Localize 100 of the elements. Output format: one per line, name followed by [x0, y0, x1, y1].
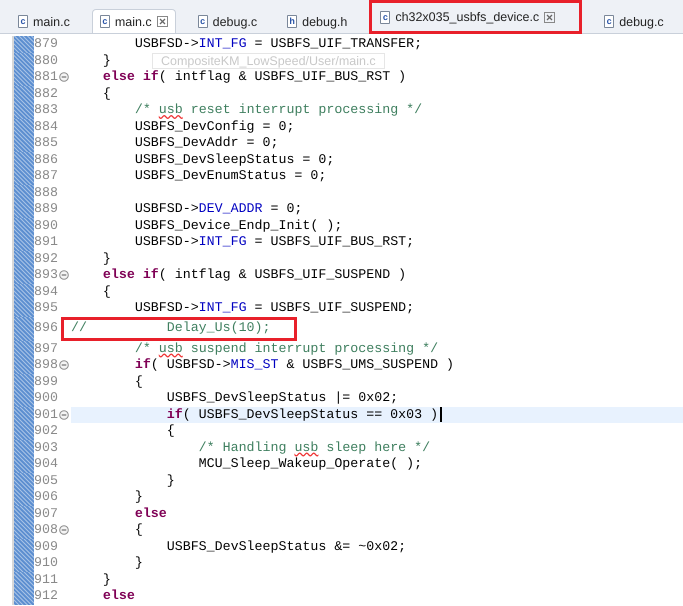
file-icon: c	[380, 10, 390, 24]
file-icon: c	[198, 15, 208, 28]
line-number: 879	[34, 36, 59, 52]
file-icon: c	[604, 15, 614, 28]
code-line: if( USBFS_DevSleepStatus == 0x03 )	[166, 406, 438, 423]
file-icon: c	[100, 15, 110, 28]
code-line: else if( intflag & USBFS_UIF_SUSPEND )	[102, 267, 406, 284]
line-number: 892	[34, 250, 59, 267]
code-line: else if( intflag & USBFS_UIF_BUS_RST )	[102, 69, 406, 86]
line-number: 900	[34, 390, 59, 406]
code-line: }	[134, 555, 143, 572]
code-line: USBFS_DevSleepStatus &= ~0x02;	[166, 538, 406, 555]
code-line: USBFS_DevEnumStatus = 0;	[134, 168, 326, 184]
collapse-icon[interactable]	[59, 360, 69, 370]
line-number: 888	[34, 184, 59, 201]
line-number: 893	[34, 267, 59, 284]
change-ruler	[12, 406, 34, 423]
collapse-icon[interactable]	[59, 72, 69, 82]
editor-tab[interactable]: c ch32x035_usbfs_device.c	[372, 4, 564, 28]
change-ruler	[12, 522, 34, 538]
text-cursor	[440, 407, 442, 422]
line-number: 895	[34, 300, 59, 316]
code-line: {	[134, 522, 143, 538]
line-number: 904	[34, 456, 59, 472]
change-ruler	[12, 250, 34, 267]
code-line: }	[134, 489, 143, 506]
change-ruler	[12, 118, 34, 135]
editor-tab[interactable]: c debug.c	[190, 9, 266, 33]
line-number: 905	[34, 472, 59, 489]
code-line: USBFS_DevSleepStatus |= 0x02;	[166, 390, 398, 406]
line-number: 885	[34, 135, 59, 152]
change-ruler	[12, 374, 34, 390]
code-line: else	[102, 588, 135, 604]
line-number: 901	[34, 406, 59, 423]
code-line: USBFSD->INT_FG = USBFS_UIF_TRANSFER;	[134, 36, 422, 52]
code-line: else	[134, 506, 167, 522]
line-number: 896	[34, 320, 59, 337]
line-number: 880	[34, 52, 59, 69]
change-ruler	[12, 472, 34, 489]
code-line: if( USBFSD->MIS_ST & USBFS_UMS_SUSPEND )	[134, 357, 454, 374]
code-line: /* Handling usb sleep here */	[198, 440, 430, 456]
code-line: }	[102, 572, 111, 588]
code-line: /* usb suspend interrupt processing */	[134, 340, 438, 357]
change-ruler	[12, 184, 34, 201]
line-number: 911	[34, 572, 59, 588]
change-ruler	[12, 357, 34, 374]
change-ruler	[12, 201, 34, 218]
close-icon[interactable]	[544, 12, 556, 22]
code-line: {	[102, 86, 111, 102]
change-ruler	[12, 168, 34, 184]
code-line: {	[102, 284, 111, 300]
code-line: USBFS_DevConfig = 0;	[134, 118, 294, 135]
collapse-icon[interactable]	[59, 270, 69, 280]
code-line: USBFSD->INT_FG = USBFS_UIF_SUSPEND;	[134, 300, 414, 316]
change-ruler	[12, 234, 34, 250]
change-ruler	[12, 423, 34, 440]
code-line: USBFS_DevSleepStatus = 0;	[134, 152, 334, 168]
file-icon: c	[18, 15, 28, 28]
change-ruler	[12, 506, 34, 522]
line-number: 889	[34, 201, 59, 218]
line-number: 881	[34, 69, 59, 86]
editor-tab[interactable]: c debug.c	[596, 9, 672, 33]
collapse-icon[interactable]	[59, 525, 69, 536]
change-ruler	[12, 102, 34, 118]
editor-tab[interactable]: h debug.h	[279, 9, 356, 33]
line-number: 884	[34, 118, 59, 135]
code-line: }	[102, 250, 111, 267]
line-number: 912	[34, 588, 59, 604]
change-ruler	[12, 152, 34, 168]
collapse-icon[interactable]	[59, 410, 69, 420]
close-icon[interactable]	[156, 16, 168, 27]
line-number: 909	[34, 538, 59, 555]
line-number: 883	[34, 102, 59, 118]
editor-tab[interactable]: c main.c	[92, 9, 176, 33]
editor-tab[interactable]: c main.c	[10, 9, 78, 33]
code-line: USBFS_DevAddr = 0;	[134, 135, 278, 152]
line-number: 882	[34, 86, 59, 102]
change-ruler	[12, 36, 34, 52]
change-ruler	[12, 135, 34, 152]
code-line: }	[102, 52, 111, 69]
change-ruler	[12, 284, 34, 300]
change-ruler	[12, 489, 34, 506]
change-ruler	[12, 555, 34, 572]
change-ruler	[12, 572, 34, 588]
change-ruler	[12, 390, 34, 406]
change-ruler	[12, 588, 34, 604]
code-line: /* usb reset interrupt processing */	[134, 102, 422, 118]
change-ruler	[12, 52, 34, 69]
line-number: 891	[34, 234, 59, 250]
code-line: USBFSD->INT_FG = USBFS_UIF_BUS_RST;	[134, 234, 414, 250]
line-number: 903	[34, 440, 59, 456]
line-number: 890	[34, 218, 59, 234]
line-number: 897	[34, 340, 59, 357]
code-line: // Delay_Us(10);	[71, 320, 270, 337]
change-ruler	[12, 456, 34, 472]
change-ruler	[12, 440, 34, 456]
line-number: 907	[34, 506, 59, 522]
change-ruler	[12, 69, 34, 86]
code-line: USBFS_Device_Endp_Init( );	[134, 218, 342, 234]
line-number: 902	[34, 423, 59, 440]
